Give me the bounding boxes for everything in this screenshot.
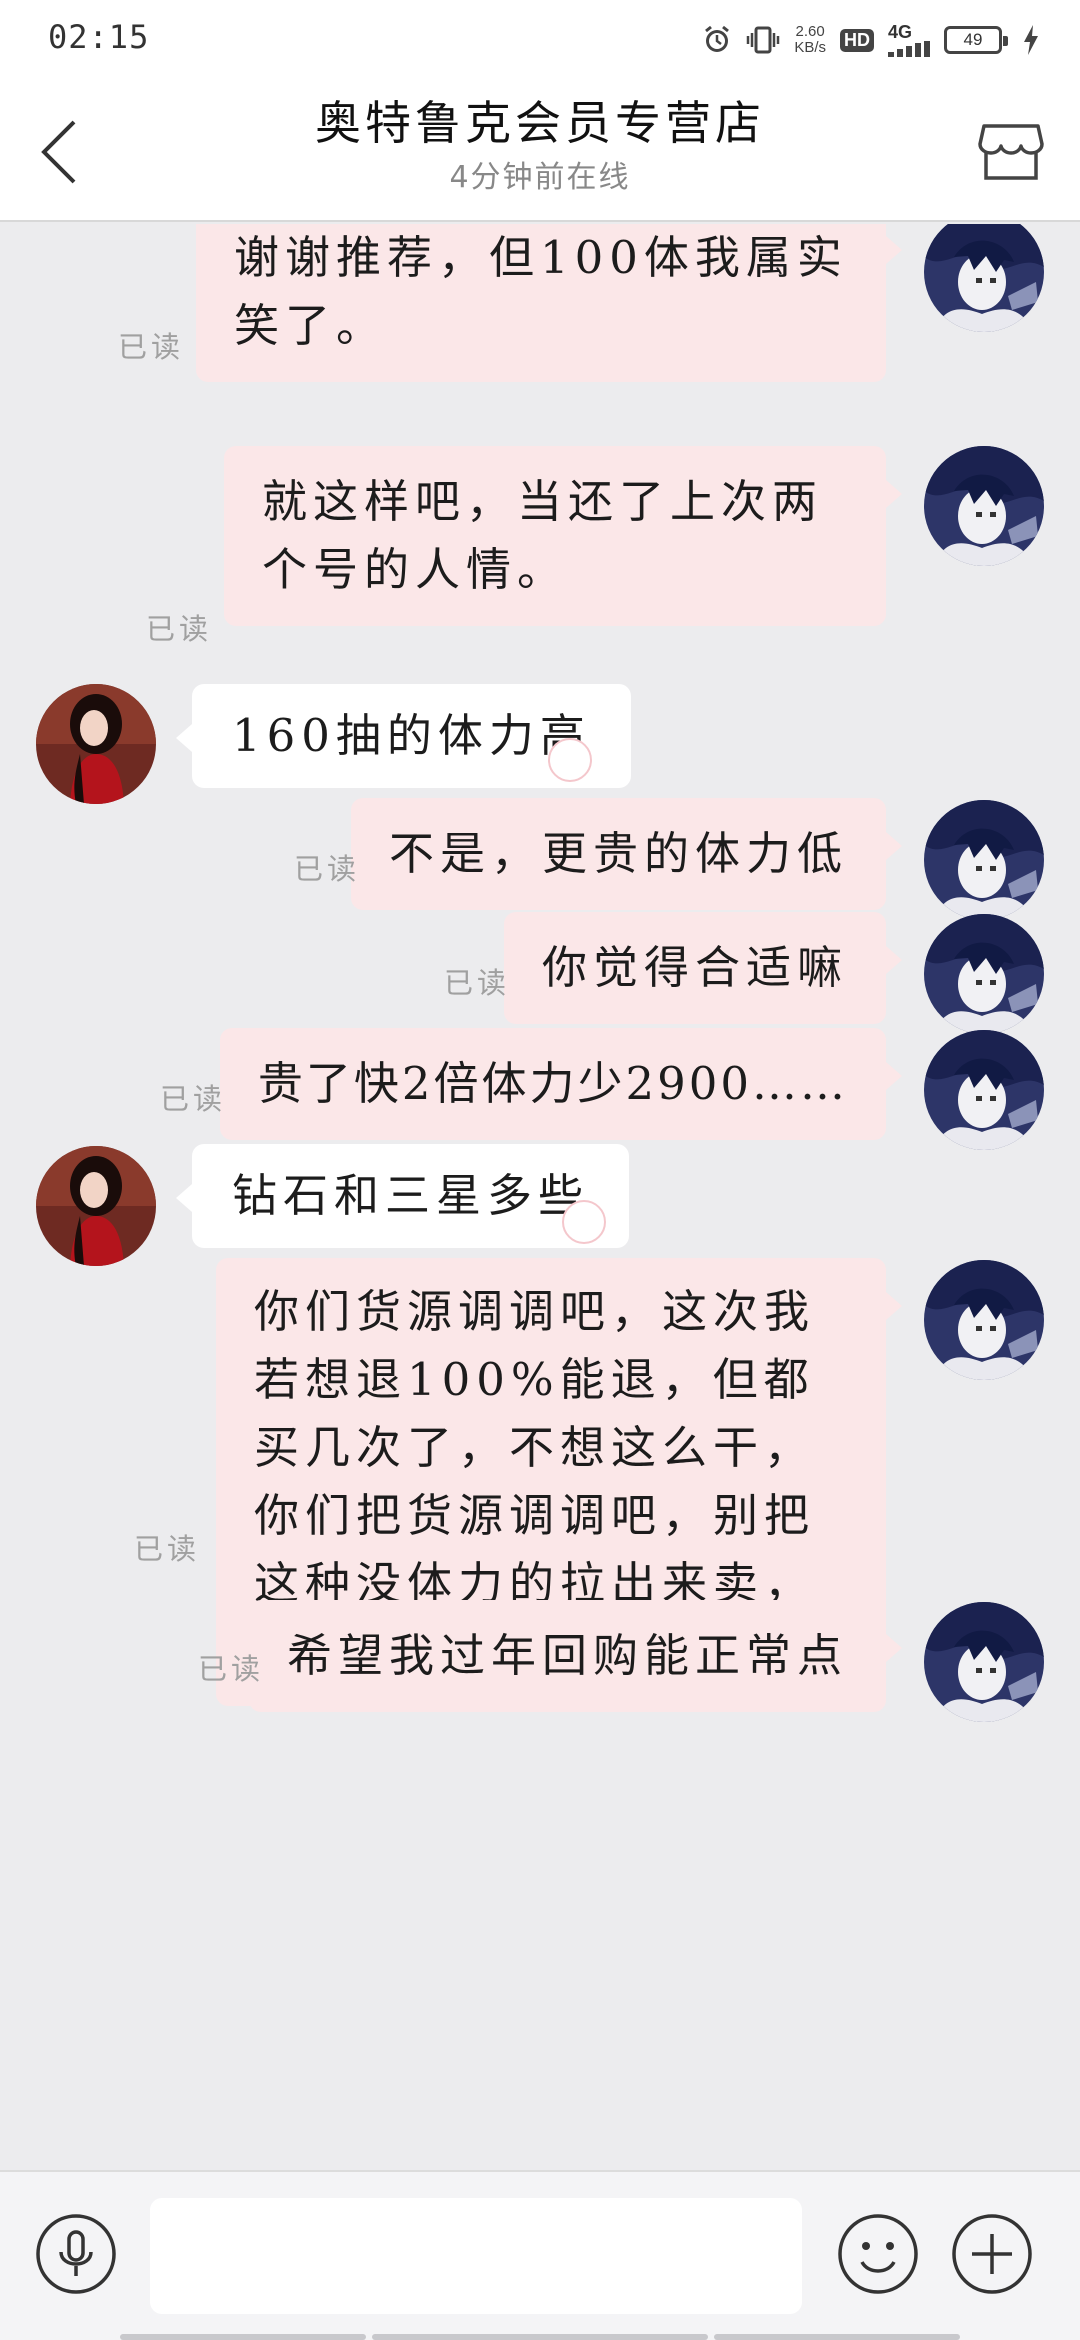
seller-avatar[interactable]	[36, 1146, 156, 1266]
anime-avatar-icon	[924, 446, 1044, 566]
message-bubble[interactable]: 就这样吧，当还了上次两个号的人情。	[224, 446, 902, 626]
online-status: 4分钟前在线	[449, 160, 631, 195]
message-bubble[interactable]: 钻石和三星多些	[175, 1144, 630, 1248]
vibrate-icon	[747, 26, 780, 54]
pin-mark	[548, 738, 592, 782]
my-avatar[interactable]	[924, 1602, 1044, 1722]
store-icon	[978, 124, 1044, 180]
status-bar: 02:15 2.60 KB/s HD 4G 49	[0, 0, 1080, 76]
anime-avatar-icon	[924, 224, 1044, 332]
woman-avatar-icon	[36, 684, 156, 804]
alarm-icon	[705, 25, 730, 52]
header-title-block: 奥特鲁克会员专营店 4分钟前在线	[200, 88, 880, 198]
message-input[interactable]	[150, 2198, 802, 2314]
anime-avatar-icon	[924, 1030, 1044, 1150]
plus-icon	[952, 2214, 1032, 2294]
chat-message-list[interactable]: 谢谢推荐，但100体我属实笑了。 已读 就这样吧，当还了上次两个号的人情。 已读	[0, 224, 1080, 2170]
my-avatar[interactable]	[924, 1030, 1044, 1150]
gesture-bar-left	[120, 2334, 366, 2340]
anime-avatar-icon	[924, 1260, 1044, 1380]
anime-avatar-icon	[924, 914, 1044, 1034]
network-speed: 2.60 KB/s	[794, 23, 826, 56]
network-type: 4G	[888, 22, 913, 42]
woman-avatar-icon	[36, 1146, 156, 1266]
back-button[interactable]	[30, 112, 90, 192]
message-bubble[interactable]: 希望我过年回购能正常点	[248, 1600, 903, 1712]
my-avatar[interactable]	[924, 914, 1044, 1034]
message-bubble[interactable]: 你觉得合适嘛	[503, 912, 903, 1024]
my-avatar[interactable]	[924, 224, 1044, 332]
my-avatar[interactable]	[924, 800, 1044, 920]
pin-mark	[562, 1200, 606, 1244]
battery-level: 49	[963, 30, 983, 49]
chat-header: 奥特鲁克会员专营店 4分钟前在线	[0, 76, 1080, 222]
message-bubble[interactable]: 贵了快2倍体力少2900……	[219, 1028, 903, 1140]
voice-button[interactable]	[34, 2212, 118, 2296]
message-input-bar	[0, 2170, 1080, 2340]
read-receipt: 已读	[134, 1532, 201, 1566]
more-options-button[interactable]	[950, 2212, 1034, 2296]
chevron-left-icon	[41, 120, 76, 184]
message-bubble[interactable]: 谢谢推荐，但100体我属实笑了。	[196, 224, 902, 382]
charging-icon	[1024, 25, 1038, 55]
my-avatar[interactable]	[924, 1260, 1044, 1380]
store-button[interactable]	[976, 116, 1046, 186]
read-receipt: 已读	[444, 966, 511, 1000]
signal-indicator: 4G	[888, 23, 930, 57]
microphone-icon	[36, 2214, 116, 2294]
status-time: 02:15	[48, 18, 150, 56]
gesture-bar-right	[714, 2334, 960, 2340]
anime-avatar-icon	[924, 800, 1044, 920]
hd-badge: HD	[840, 28, 874, 52]
signal-bars-icon	[888, 41, 930, 57]
read-receipt: 已读	[160, 1082, 227, 1116]
battery-indicator: 49	[944, 26, 1008, 54]
read-receipt: 已读	[198, 1652, 265, 1686]
seller-avatar[interactable]	[36, 684, 156, 804]
anime-avatar-icon	[924, 1602, 1044, 1722]
status-icons: 2.60 KB/s HD 4G 49	[702, 20, 1040, 60]
read-receipt: 已读	[118, 330, 185, 364]
read-receipt: 已读	[294, 852, 361, 886]
store-name: 奥特鲁克会员专营店	[315, 96, 765, 150]
gesture-bar-center	[372, 2334, 708, 2340]
read-receipt: 已读	[146, 612, 213, 646]
smiley-icon	[838, 2214, 918, 2294]
message-bubble[interactable]: 不是，更贵的体力低	[350, 798, 903, 910]
emoji-button[interactable]	[836, 2212, 920, 2296]
my-avatar[interactable]	[924, 446, 1044, 566]
